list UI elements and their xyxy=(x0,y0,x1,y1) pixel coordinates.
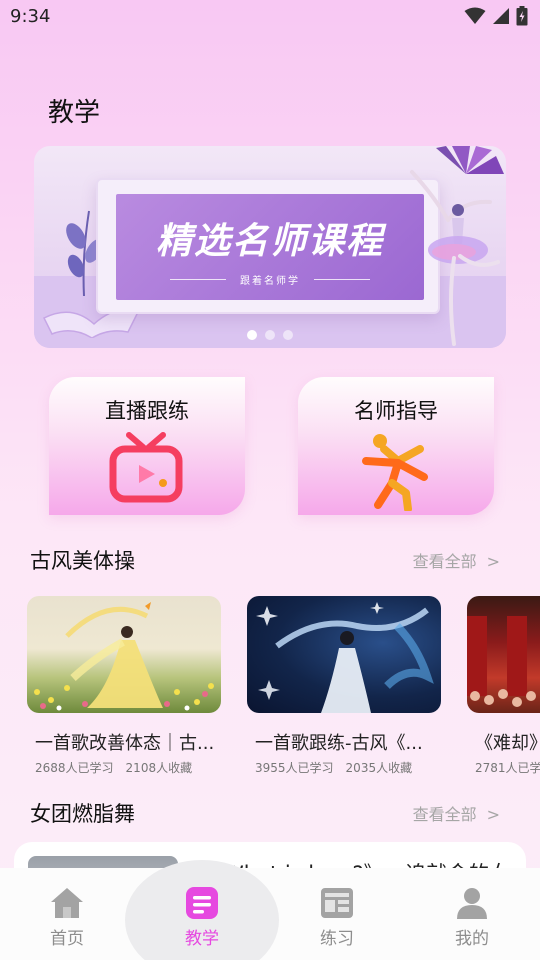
profile-icon xyxy=(457,888,487,919)
tv-play-icon xyxy=(109,432,183,503)
view-all-girl-group-link[interactable]: 查看全部 > xyxy=(413,801,500,825)
live-practice-card[interactable]: 直播跟练 xyxy=(49,377,245,515)
video-thumbnail xyxy=(27,596,221,713)
video-stats: 2781人已学 xyxy=(475,759,540,776)
section-title-classical: 古风美体操 xyxy=(30,549,135,573)
flower-field-icon xyxy=(34,602,214,711)
feature-label: 名师指导 xyxy=(354,399,438,423)
status-bar: 9:34 xyxy=(0,0,540,32)
banner-headline: 精选名师课程 xyxy=(155,221,384,262)
status-time: 9:34 xyxy=(10,6,51,27)
pagination-dot[interactable] xyxy=(247,330,257,340)
video-title: 一首歌改善体态｜古... xyxy=(35,733,215,754)
feature-label: 直播跟练 xyxy=(105,399,189,423)
video-card[interactable]: 一首歌跟练-古风《... 3955人已学习 2035人收藏 xyxy=(247,596,441,776)
section-title-girl-group: 女团燃脂舞 xyxy=(30,802,135,826)
video-thumbnail xyxy=(467,596,540,713)
signal-icon xyxy=(493,8,509,24)
video-stats: 3955人已学习 2035人收藏 xyxy=(255,759,441,776)
page-title: 教学 xyxy=(48,98,101,128)
video-card[interactable]: 一首歌改善体态｜古... 2688人已学习 2108人收藏 xyxy=(27,596,221,776)
banner-subtitle-row: 跟着名师学 xyxy=(116,272,424,287)
tab-teaching[interactable]: 教学 xyxy=(162,886,242,949)
tab-label: 教学 xyxy=(185,929,219,949)
dancer-icon xyxy=(362,434,428,511)
divider-line xyxy=(314,279,370,280)
pagination-dot[interactable] xyxy=(283,330,293,340)
learners-count: 2688人已学习 xyxy=(35,761,114,775)
practice-icon xyxy=(321,888,353,918)
video-stats: 2688人已学习 2108人收藏 xyxy=(35,759,221,776)
home-icon xyxy=(51,888,83,918)
master-guidance-card[interactable]: 名师指导 xyxy=(298,377,494,515)
pagination-dot[interactable] xyxy=(265,330,275,340)
teach-icon xyxy=(186,887,218,919)
tab-home[interactable]: 首页 xyxy=(27,886,107,949)
chevron-right-icon: > xyxy=(486,805,500,824)
view-all-label: 查看全部 xyxy=(412,805,477,824)
stage-crowd-icon xyxy=(467,616,536,707)
video-card[interactable]: 《难却》 2781人已学 xyxy=(467,596,540,776)
tab-label: 练习 xyxy=(320,929,354,949)
starry-dancer-icon xyxy=(256,602,434,713)
favorites-count: 2035人收藏 xyxy=(345,761,413,775)
promo-banner[interactable]: 精选名师课程 跟着名师学 xyxy=(34,146,506,348)
ballerina-illustration-icon xyxy=(410,170,500,346)
battery-icon xyxy=(516,6,528,26)
video-title: 《难却》 xyxy=(475,733,540,754)
video-title: 一首歌跟练-古风《... xyxy=(255,733,423,754)
banner-board: 精选名师课程 跟着名师学 xyxy=(96,178,440,314)
tab-label: 我的 xyxy=(455,929,489,949)
divider-line xyxy=(170,279,226,280)
favorites-count: 2108人收藏 xyxy=(125,761,193,775)
video-thumbnail xyxy=(247,596,441,713)
wifi-icon xyxy=(464,7,486,24)
tab-practice[interactable]: 练习 xyxy=(297,886,377,949)
view-all-label: 查看全部 xyxy=(412,552,477,571)
learners-count: 2781人已学 xyxy=(475,761,540,775)
chevron-right-icon: > xyxy=(486,552,500,571)
banner-pagination xyxy=(34,330,506,340)
status-icons xyxy=(464,6,528,26)
learners-count: 3955人已学习 xyxy=(255,761,334,775)
banner-subtitle: 跟着名师学 xyxy=(240,276,300,287)
banner-card: 精选名师课程 跟着名师学 xyxy=(116,194,424,300)
tab-profile[interactable]: 我的 xyxy=(432,886,512,949)
tab-label: 首页 xyxy=(50,929,84,949)
view-all-classical-link[interactable]: 查看全部 > xyxy=(413,548,500,572)
